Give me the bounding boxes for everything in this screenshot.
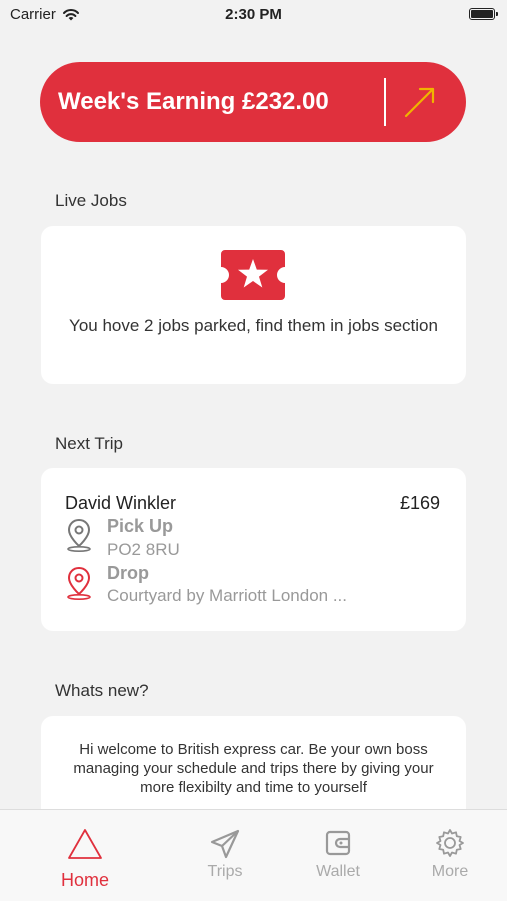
- whats-new-title: Whats new?: [55, 681, 149, 700]
- trip-price: £169: [399, 493, 440, 513]
- tab-more-label: More: [431, 863, 469, 880]
- pickup-label: Pick Up: [107, 516, 174, 536]
- battery-icon: [469, 8, 498, 20]
- pickup-value: PO2 8RU: [107, 540, 180, 559]
- earning-divider: [384, 78, 386, 126]
- paper-plane-icon: [210, 829, 240, 859]
- ticket-star-icon: [221, 250, 285, 300]
- tab-more[interactable]: More: [400, 810, 500, 901]
- tab-bar: Home Trips Wallet More: [0, 809, 507, 901]
- tab-trips-label: Trips: [207, 863, 243, 880]
- live-jobs-title: Live Jobs: [55, 191, 127, 210]
- tab-wallet[interactable]: Wallet: [288, 810, 388, 901]
- passenger-name: David Winkler: [65, 493, 177, 513]
- weekly-earning-label: Week's Earning £232.00: [58, 88, 329, 115]
- home-triangle-icon: [68, 829, 102, 859]
- next-trip-card[interactable]: David Winkler £169 Pick Up PO2 8RU Drop …: [41, 468, 466, 631]
- status-time: 2:30 PM: [225, 6, 282, 23]
- drop-label: Drop: [107, 563, 149, 583]
- gear-icon: [436, 829, 464, 857]
- live-jobs-message: You hove 2 jobs parked, find them in job…: [69, 316, 438, 335]
- tab-home[interactable]: Home: [35, 810, 135, 901]
- whats-new-message: Hi welcome to British express car. Be yo…: [73, 741, 434, 796]
- tab-trips[interactable]: Trips: [175, 810, 275, 901]
- live-jobs-card[interactable]: You hove 2 jobs parked, find them in job…: [41, 226, 466, 384]
- drop-pin-icon: [67, 566, 91, 600]
- drop-value: Courtyard by Marriott London ...: [107, 586, 348, 605]
- status-bar: Carrier 2:30 PM: [0, 0, 507, 30]
- arrow-up-right-icon[interactable]: [402, 84, 438, 120]
- pickup-pin-icon: [67, 518, 91, 552]
- tab-wallet-label: Wallet: [316, 863, 360, 880]
- weekly-earning-banner[interactable]: Week's Earning £232.00: [40, 62, 466, 142]
- tab-home-label: Home: [60, 870, 109, 890]
- next-trip-title: Next Trip: [55, 434, 124, 453]
- wallet-icon: [325, 830, 351, 856]
